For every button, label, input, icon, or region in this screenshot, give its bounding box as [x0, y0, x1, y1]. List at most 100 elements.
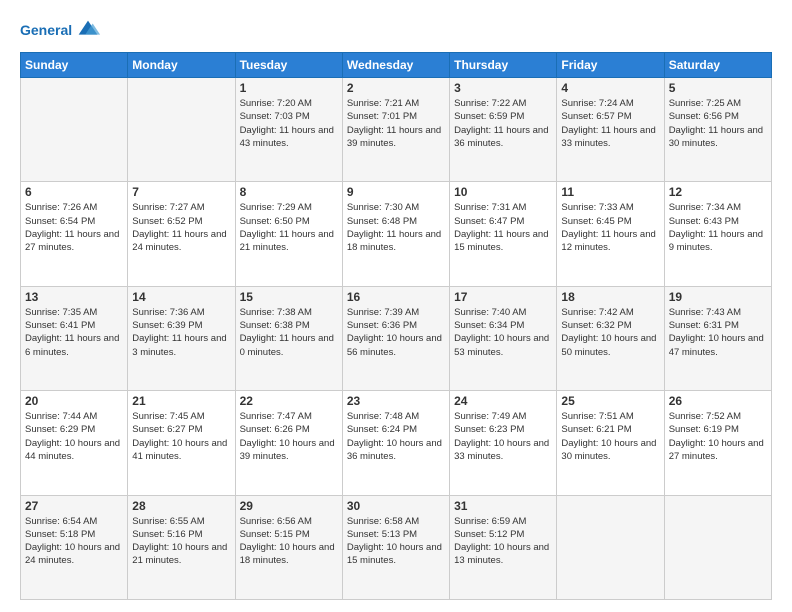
day-number: 1 — [240, 81, 338, 95]
calendar-header-row: Sunday Monday Tuesday Wednesday Thursday… — [21, 53, 772, 78]
day-number: 6 — [25, 185, 123, 199]
day-info: Sunrise: 7:45 AMSunset: 6:27 PMDaylight:… — [132, 410, 230, 463]
day-info: Sunrise: 7:33 AMSunset: 6:45 PMDaylight:… — [561, 201, 659, 254]
day-number: 26 — [669, 394, 767, 408]
day-info: Sunrise: 6:59 AMSunset: 5:12 PMDaylight:… — [454, 515, 552, 568]
day-info: Sunrise: 7:47 AMSunset: 6:26 PMDaylight:… — [240, 410, 338, 463]
table-row: 11 Sunrise: 7:33 AMSunset: 6:45 PMDayligh… — [557, 182, 664, 286]
day-number: 16 — [347, 290, 445, 304]
table-row: 7 Sunrise: 7:27 AMSunset: 6:52 PMDaylight… — [128, 182, 235, 286]
calendar-week-row: 1 Sunrise: 7:20 AMSunset: 7:03 PMDaylight… — [21, 78, 772, 182]
day-info: Sunrise: 7:39 AMSunset: 6:36 PMDaylight:… — [347, 306, 445, 359]
table-row: 27Sunrise: 6:54 AMSunset: 5:18 PMDayligh… — [21, 495, 128, 599]
day-info: Sunrise: 7:31 AMSunset: 6:47 PMDaylight:… — [454, 201, 552, 254]
day-info: Sunrise: 7:24 AMSunset: 6:57 PMDaylight:… — [561, 97, 659, 150]
day-info: Sunrise: 7:44 AMSunset: 6:29 PMDaylight:… — [25, 410, 123, 463]
calendar-table: Sunday Monday Tuesday Wednesday Thursday… — [20, 52, 772, 600]
day-number: 27 — [25, 499, 123, 513]
col-wednesday: Wednesday — [342, 53, 449, 78]
day-number: 23 — [347, 394, 445, 408]
table-row: 28Sunrise: 6:55 AMSunset: 5:16 PMDayligh… — [128, 495, 235, 599]
day-info: Sunrise: 7:51 AMSunset: 6:21 PMDaylight:… — [561, 410, 659, 463]
table-row — [128, 78, 235, 182]
day-number: 25 — [561, 394, 659, 408]
col-thursday: Thursday — [450, 53, 557, 78]
day-info: Sunrise: 7:43 AMSunset: 6:31 PMDaylight:… — [669, 306, 767, 359]
table-row: 5Sunrise: 7:25 AMSunset: 6:56 PMDaylight… — [664, 78, 771, 182]
col-friday: Friday — [557, 53, 664, 78]
day-number: 10 — [454, 185, 552, 199]
table-row: 26Sunrise: 7:52 AMSunset: 6:19 PMDayligh… — [664, 391, 771, 495]
day-info: Sunrise: 7:49 AMSunset: 6:23 PMDaylight:… — [454, 410, 552, 463]
table-row: 23 Sunrise: 7:48 AMSunset: 6:24 PMDayligh… — [342, 391, 449, 495]
day-number: 15 — [240, 290, 338, 304]
day-info: Sunrise: 7:26 AMSunset: 6:54 PMDaylight:… — [25, 201, 123, 254]
table-row: 6 Sunrise: 7:26 AMSunset: 6:54 PMDaylight… — [21, 182, 128, 286]
day-info: Sunrise: 7:36 AMSunset: 6:39 PMDaylight:… — [132, 306, 230, 359]
day-info: Sunrise: 7:48 AMSunset: 6:24 PMDaylight:… — [347, 410, 445, 463]
table-row: 31 Sunrise: 6:59 AMSunset: 5:12 PMDayligh… — [450, 495, 557, 599]
table-row: 20Sunrise: 7:44 AMSunset: 6:29 PMDayligh… — [21, 391, 128, 495]
table-row: 9 Sunrise: 7:30 AMSunset: 6:48 PMDaylight… — [342, 182, 449, 286]
table-row: 1 Sunrise: 7:20 AMSunset: 7:03 PMDaylight… — [235, 78, 342, 182]
table-row: 13Sunrise: 7:35 AMSunset: 6:41 PMDayligh… — [21, 286, 128, 390]
day-number: 2 — [347, 81, 445, 95]
day-number: 7 — [132, 185, 230, 199]
day-info: Sunrise: 6:56 AMSunset: 5:15 PMDaylight:… — [240, 515, 338, 568]
col-monday: Monday — [128, 53, 235, 78]
logo: General — [20, 16, 102, 44]
day-number: 9 — [347, 185, 445, 199]
table-row: 30 Sunrise: 6:58 AMSunset: 5:13 PMDayligh… — [342, 495, 449, 599]
day-number: 13 — [25, 290, 123, 304]
table-row — [664, 495, 771, 599]
day-info: Sunrise: 7:29 AMSunset: 6:50 PMDaylight:… — [240, 201, 338, 254]
day-info: Sunrise: 7:40 AMSunset: 6:34 PMDaylight:… — [454, 306, 552, 359]
table-row: 17 Sunrise: 7:40 AMSunset: 6:34 PMDayligh… — [450, 286, 557, 390]
day-number: 3 — [454, 81, 552, 95]
table-row — [21, 78, 128, 182]
calendar-week-row: 27Sunrise: 6:54 AMSunset: 5:18 PMDayligh… — [21, 495, 772, 599]
day-number: 14 — [132, 290, 230, 304]
header: General — [20, 16, 772, 44]
calendar-week-row: 6 Sunrise: 7:26 AMSunset: 6:54 PMDaylight… — [21, 182, 772, 286]
day-number: 30 — [347, 499, 445, 513]
day-info: Sunrise: 7:42 AMSunset: 6:32 PMDaylight:… — [561, 306, 659, 359]
day-number: 31 — [454, 499, 552, 513]
calendar-week-row: 20Sunrise: 7:44 AMSunset: 6:29 PMDayligh… — [21, 391, 772, 495]
day-number: 29 — [240, 499, 338, 513]
table-row: 10 Sunrise: 7:31 AMSunset: 6:47 PMDayligh… — [450, 182, 557, 286]
page: General Sunday Monday Tuesday Wednesday — [0, 0, 792, 612]
day-info: Sunrise: 7:34 AMSunset: 6:43 PMDaylight:… — [669, 201, 767, 254]
day-info: Sunrise: 6:55 AMSunset: 5:16 PMDaylight:… — [132, 515, 230, 568]
col-tuesday: Tuesday — [235, 53, 342, 78]
day-number: 17 — [454, 290, 552, 304]
logo-text: General — [20, 22, 72, 39]
table-row: 12 Sunrise: 7:34 AMSunset: 6:43 PMDayligh… — [664, 182, 771, 286]
day-info: Sunrise: 7:25 AMSunset: 6:56 PMDaylight:… — [669, 97, 767, 150]
table-row: 2 Sunrise: 7:21 AMSunset: 7:01 PMDaylight… — [342, 78, 449, 182]
table-row: 8 Sunrise: 7:29 AMSunset: 6:50 PMDaylight… — [235, 182, 342, 286]
day-info: Sunrise: 7:21 AMSunset: 7:01 PMDaylight:… — [347, 97, 445, 150]
calendar-week-row: 13Sunrise: 7:35 AMSunset: 6:41 PMDayligh… — [21, 286, 772, 390]
table-row: 24Sunrise: 7:49 AMSunset: 6:23 PMDayligh… — [450, 391, 557, 495]
table-row: 22 Sunrise: 7:47 AMSunset: 6:26 PMDayligh… — [235, 391, 342, 495]
day-number: 4 — [561, 81, 659, 95]
day-info: Sunrise: 7:20 AMSunset: 7:03 PMDaylight:… — [240, 97, 338, 150]
table-row: 16 Sunrise: 7:39 AMSunset: 6:36 PMDayligh… — [342, 286, 449, 390]
day-number: 22 — [240, 394, 338, 408]
day-number: 11 — [561, 185, 659, 199]
table-row: 3Sunrise: 7:22 AMSunset: 6:59 PMDaylight… — [450, 78, 557, 182]
table-row — [557, 495, 664, 599]
table-row: 14 Sunrise: 7:36 AMSunset: 6:39 PMDayligh… — [128, 286, 235, 390]
day-number: 8 — [240, 185, 338, 199]
table-row: 29 Sunrise: 6:56 AMSunset: 5:15 PMDayligh… — [235, 495, 342, 599]
day-info: Sunrise: 7:30 AMSunset: 6:48 PMDaylight:… — [347, 201, 445, 254]
day-info: Sunrise: 7:27 AMSunset: 6:52 PMDaylight:… — [132, 201, 230, 254]
day-info: Sunrise: 7:38 AMSunset: 6:38 PMDaylight:… — [240, 306, 338, 359]
day-number: 12 — [669, 185, 767, 199]
day-info: Sunrise: 6:58 AMSunset: 5:13 PMDaylight:… — [347, 515, 445, 568]
col-sunday: Sunday — [21, 53, 128, 78]
day-number: 21 — [132, 394, 230, 408]
table-row: 4 Sunrise: 7:24 AMSunset: 6:57 PMDaylight… — [557, 78, 664, 182]
table-row: 15 Sunrise: 7:38 AMSunset: 6:38 PMDayligh… — [235, 286, 342, 390]
